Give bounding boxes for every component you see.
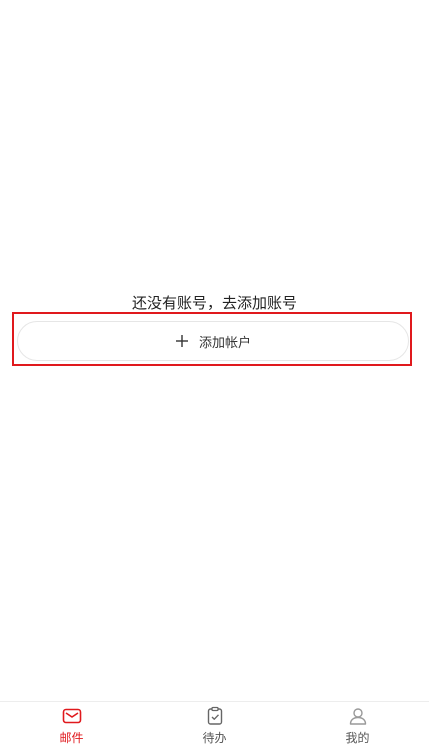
user-icon [349, 708, 366, 725]
tab-me-label: 我的 [345, 731, 370, 745]
plus-icon [175, 335, 188, 347]
add-account-label: 添加帐户 [198, 335, 251, 351]
add-account-button[interactable]: 添加帐户 [17, 321, 409, 361]
tab-mail-label: 邮件 [59, 731, 84, 745]
clipboard-check-icon [207, 706, 222, 725]
tab-todo-label: 待办 [202, 731, 227, 745]
tab-mail[interactable]: 邮件 [0, 702, 143, 750]
bottom-tab-bar: 邮件 待办 我的 [0, 701, 429, 750]
tab-todo[interactable]: 待办 [143, 702, 286, 750]
tab-me[interactable]: 我的 [286, 702, 429, 750]
empty-state-message: 还没有账号，去添加账号 [131, 294, 297, 312]
mail-icon [62, 708, 81, 724]
app-screen: 还没有账号，去添加账号 添加帐户 邮件 待办 我的 [0, 0, 429, 750]
